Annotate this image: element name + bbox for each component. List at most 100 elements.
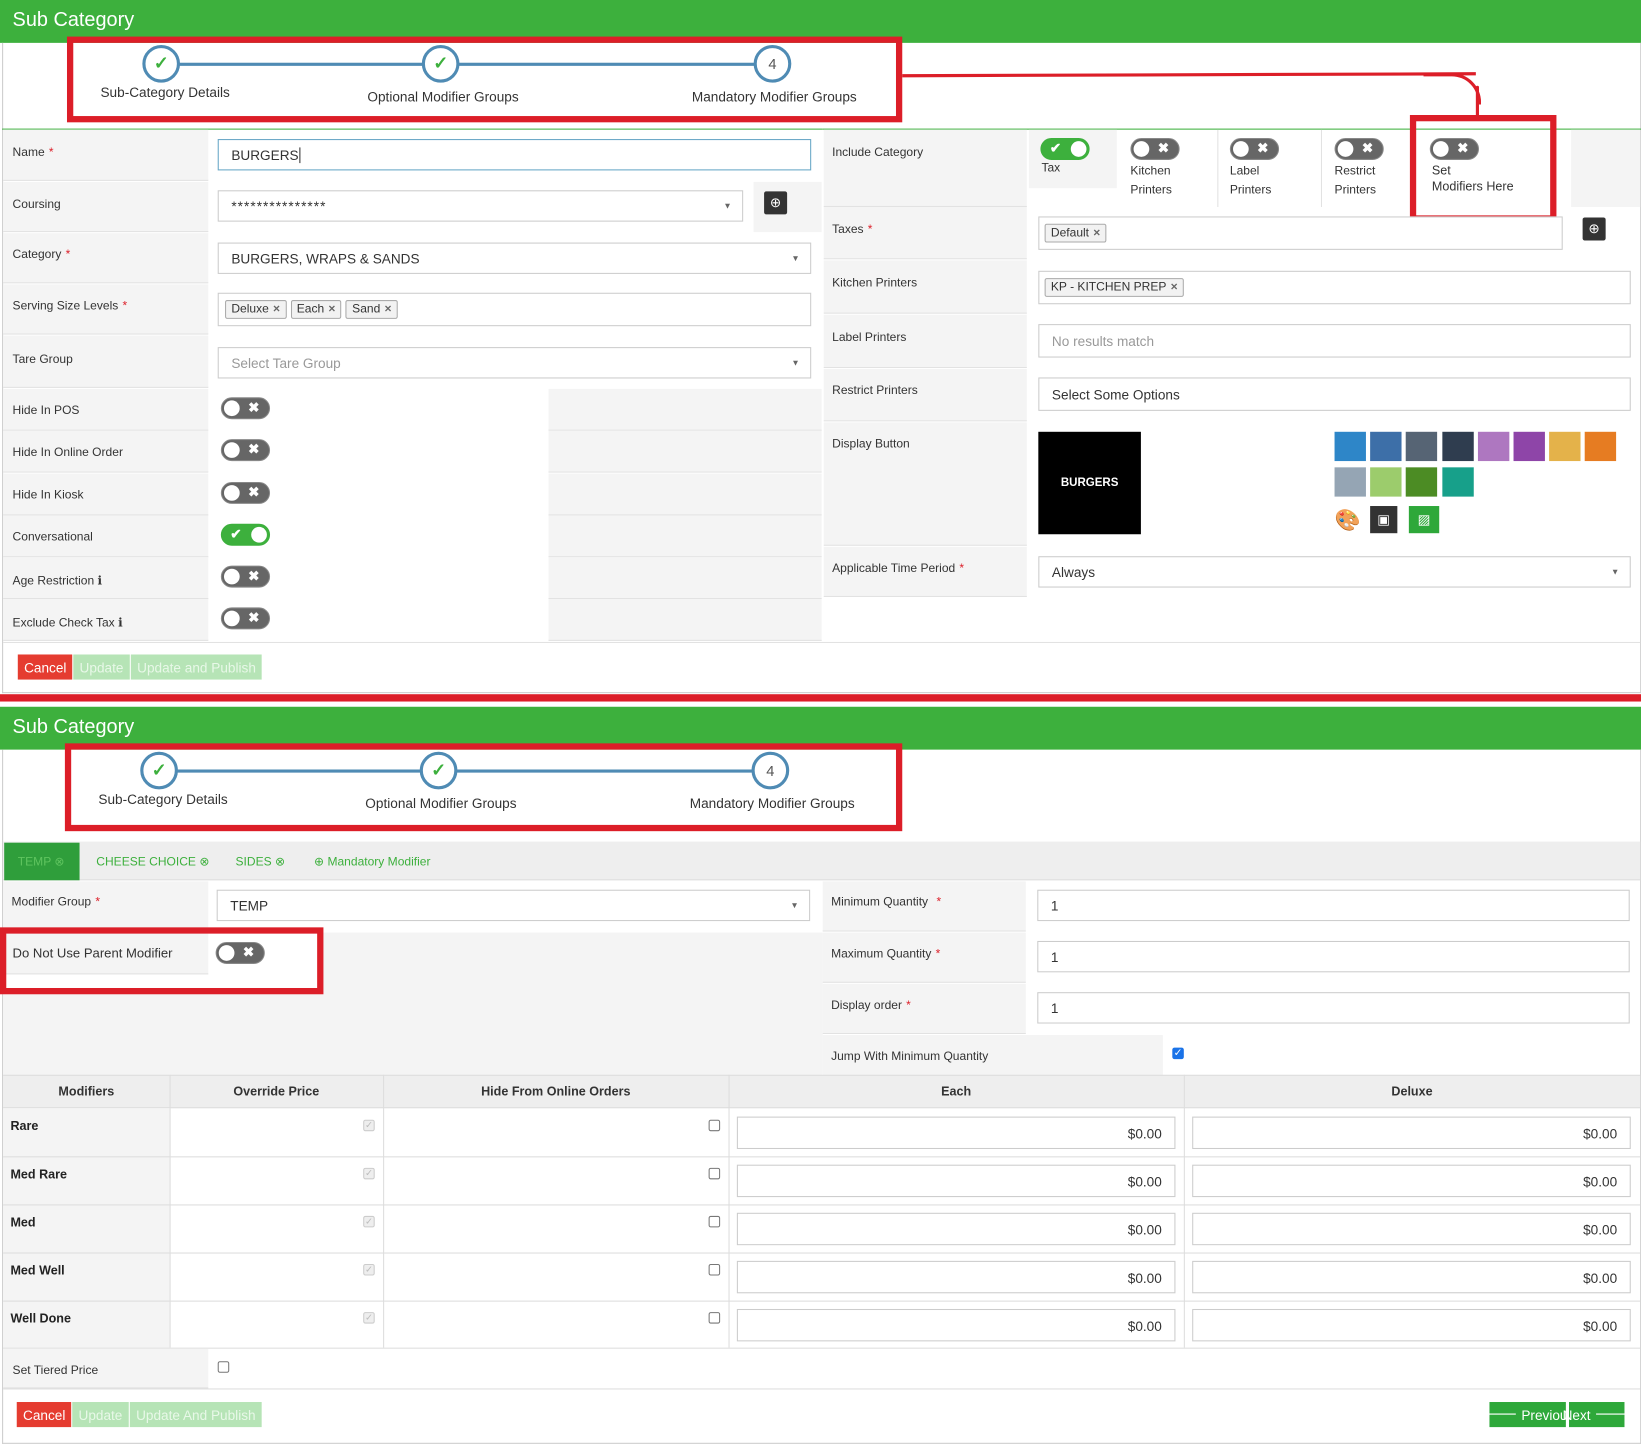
jump-min-checkbox[interactable]: ✓ xyxy=(1172,1047,1184,1060)
add-coursing-button[interactable]: ⊕ xyxy=(764,191,788,215)
taxes-label: Taxes * xyxy=(832,223,873,237)
override-price-checkbox[interactable]: ✓ xyxy=(363,1167,375,1180)
deluxe-price-input[interactable]: $0.00 xyxy=(1192,1116,1631,1150)
deluxe-price-input[interactable]: $0.00 xyxy=(1192,1164,1631,1198)
plus-circle-icon: ⊕ xyxy=(314,856,325,869)
step-1-check-icon[interactable]: ✓ xyxy=(140,751,178,790)
include-kitchen-toggle[interactable]: ✖ xyxy=(1130,138,1180,160)
color-swatch[interactable] xyxy=(1513,431,1545,462)
each-price-input[interactable]: $0.00 xyxy=(736,1116,1176,1150)
include-restrict-toggle[interactable]: ✖ xyxy=(1334,138,1384,160)
step-1-label[interactable]: Sub-Category Details xyxy=(98,791,227,807)
hide-online-checkbox[interactable] xyxy=(708,1312,721,1324)
color-swatch[interactable] xyxy=(1334,467,1366,497)
each-price-input[interactable]: $0.00 xyxy=(736,1308,1176,1342)
hide-online-checkbox[interactable] xyxy=(708,1167,721,1180)
include-tax-toggle[interactable]: ✔ xyxy=(1040,138,1090,160)
separator-bar xyxy=(0,694,1641,702)
color-swatch[interactable] xyxy=(1585,431,1617,462)
set-modifiers-toggle[interactable]: ✖ xyxy=(1429,138,1479,160)
deluxe-price-input[interactable]: $0.00 xyxy=(1192,1260,1631,1294)
taxes-input[interactable]: Default × xyxy=(1038,216,1563,250)
override-price-checkbox[interactable]: ✓ xyxy=(363,1312,375,1324)
override-price-checkbox[interactable]: ✓ xyxy=(363,1264,375,1276)
max-qty-input[interactable]: 1 xyxy=(1037,940,1630,973)
color-swatch[interactable] xyxy=(1477,431,1510,462)
hide-online-checkbox[interactable] xyxy=(708,1119,721,1132)
color-swatch[interactable] xyxy=(1370,431,1402,462)
override-price-checkbox[interactable]: ✓ xyxy=(363,1215,375,1228)
step-2-label[interactable]: Optional Modifier Groups xyxy=(365,796,516,812)
divider xyxy=(1183,1074,1185,1348)
step-1-check-icon[interactable]: ✓ xyxy=(142,44,181,83)
coursing-select[interactable]: *************** ▼ xyxy=(217,190,744,222)
color-swatch[interactable] xyxy=(1406,467,1438,497)
step-2-check-icon[interactable]: ✓ xyxy=(421,44,460,83)
next-button[interactable]: Next 🡒 xyxy=(1563,1402,1631,1428)
update-publish-button[interactable]: Update And Publish xyxy=(129,1402,262,1428)
serving-tag[interactable]: Deluxe × xyxy=(225,300,287,319)
hide-online-toggle[interactable]: ✖ xyxy=(220,439,271,462)
color-swatch[interactable] xyxy=(1370,467,1402,497)
restrict-printers-input[interactable]: Select Some Options xyxy=(1038,377,1631,411)
modifier-group-select[interactable]: TEMP ▼ xyxy=(216,889,811,922)
tiered-price-checkbox[interactable] xyxy=(217,1361,230,1373)
step-2-label[interactable]: Optional Modifier Groups xyxy=(367,89,518,105)
update-publish-button[interactable]: Update and Publish xyxy=(130,654,263,680)
stepper-line xyxy=(162,62,774,66)
step-3-label[interactable]: Mandatory Modifier Groups xyxy=(690,796,855,812)
hide-pos-toggle[interactable]: ✖ xyxy=(220,397,271,420)
step-3-circle[interactable]: 4 xyxy=(753,44,792,83)
each-price-input[interactable]: $0.00 xyxy=(736,1164,1176,1198)
tab-cheese-choice[interactable]: CHEESE CHOICE ⊗ xyxy=(96,854,209,869)
tab-sides[interactable]: SIDES ⊗ xyxy=(236,854,286,869)
hide-online-checkbox[interactable] xyxy=(708,1264,721,1276)
tax-tag[interactable]: Default × xyxy=(1044,223,1107,243)
previous-button[interactable]: 🡐 Previous xyxy=(1481,1402,1574,1428)
printer-tag[interactable]: KP - KITCHEN PREP × xyxy=(1044,278,1184,297)
deluxe-price-input[interactable]: $0.00 xyxy=(1192,1212,1631,1246)
display-button-preview[interactable]: BURGERS xyxy=(1038,431,1141,535)
update-button[interactable]: Update xyxy=(73,654,130,680)
min-qty-input[interactable]: 1 xyxy=(1037,889,1630,922)
color-swatch[interactable] xyxy=(1334,431,1366,462)
name-input[interactable]: BURGERS xyxy=(217,139,812,171)
image-icon[interactable]: ▨ xyxy=(1408,506,1440,534)
override-price-checkbox[interactable]: ✓ xyxy=(363,1119,375,1132)
age-toggle[interactable]: ✖ xyxy=(220,565,271,588)
color-swatch[interactable] xyxy=(1549,431,1581,462)
step-3-circle[interactable]: 4 xyxy=(751,751,790,790)
update-button[interactable]: Update xyxy=(72,1402,129,1428)
display-order-input[interactable]: 1 xyxy=(1037,992,1630,1024)
serving-tag[interactable]: Sand × xyxy=(345,300,398,319)
include-label-toggle[interactable]: ✖ xyxy=(1229,138,1280,160)
no-parent-toggle[interactable]: ✖ xyxy=(215,941,265,964)
kitchen-printers-input[interactable]: KP - KITCHEN PREP × xyxy=(1038,270,1631,305)
palette-icon[interactable]: 🎨 xyxy=(1335,507,1362,534)
deluxe-price-input[interactable]: $0.00 xyxy=(1192,1308,1631,1342)
time-period-select[interactable]: Always ▼ xyxy=(1038,556,1631,588)
color-swatch[interactable] xyxy=(1441,467,1474,497)
category-select[interactable]: BURGERS, WRAPS & SANDS ▼ xyxy=(217,242,812,274)
cancel-button[interactable]: Cancel xyxy=(17,654,73,680)
color-swatch[interactable] xyxy=(1441,431,1474,462)
color-swatch[interactable] xyxy=(1406,431,1438,462)
file-image-icon[interactable]: ▣ xyxy=(1370,506,1398,534)
conversational-toggle[interactable]: ✔ xyxy=(220,523,271,546)
each-price-input[interactable]: $0.00 xyxy=(736,1260,1176,1294)
label-printers-input[interactable]: No results match xyxy=(1038,324,1631,358)
step-2-check-icon[interactable]: ✓ xyxy=(419,751,458,790)
exclude-tax-toggle[interactable]: ✖ xyxy=(220,607,271,630)
serving-tag[interactable]: Each × xyxy=(290,300,342,319)
step-3-label[interactable]: Mandatory Modifier Groups xyxy=(692,89,857,105)
tab-add-mandatory[interactable]: ⊕ Mandatory Modifier xyxy=(314,854,430,869)
hide-kiosk-toggle[interactable]: ✖ xyxy=(220,481,271,504)
serving-label: Serving Size Levels * xyxy=(12,300,128,313)
each-price-input[interactable]: $0.00 xyxy=(736,1212,1176,1246)
add-tax-button[interactable]: ⊕ xyxy=(1582,217,1606,241)
cancel-button[interactable]: Cancel xyxy=(16,1402,72,1428)
tare-select[interactable]: Select Tare Group ▼ xyxy=(217,347,812,379)
serving-size-input[interactable]: Deluxe × Each × Sand × xyxy=(217,292,812,327)
step-1-label[interactable]: Sub-Category Details xyxy=(100,85,229,101)
hide-online-checkbox[interactable] xyxy=(708,1215,721,1228)
